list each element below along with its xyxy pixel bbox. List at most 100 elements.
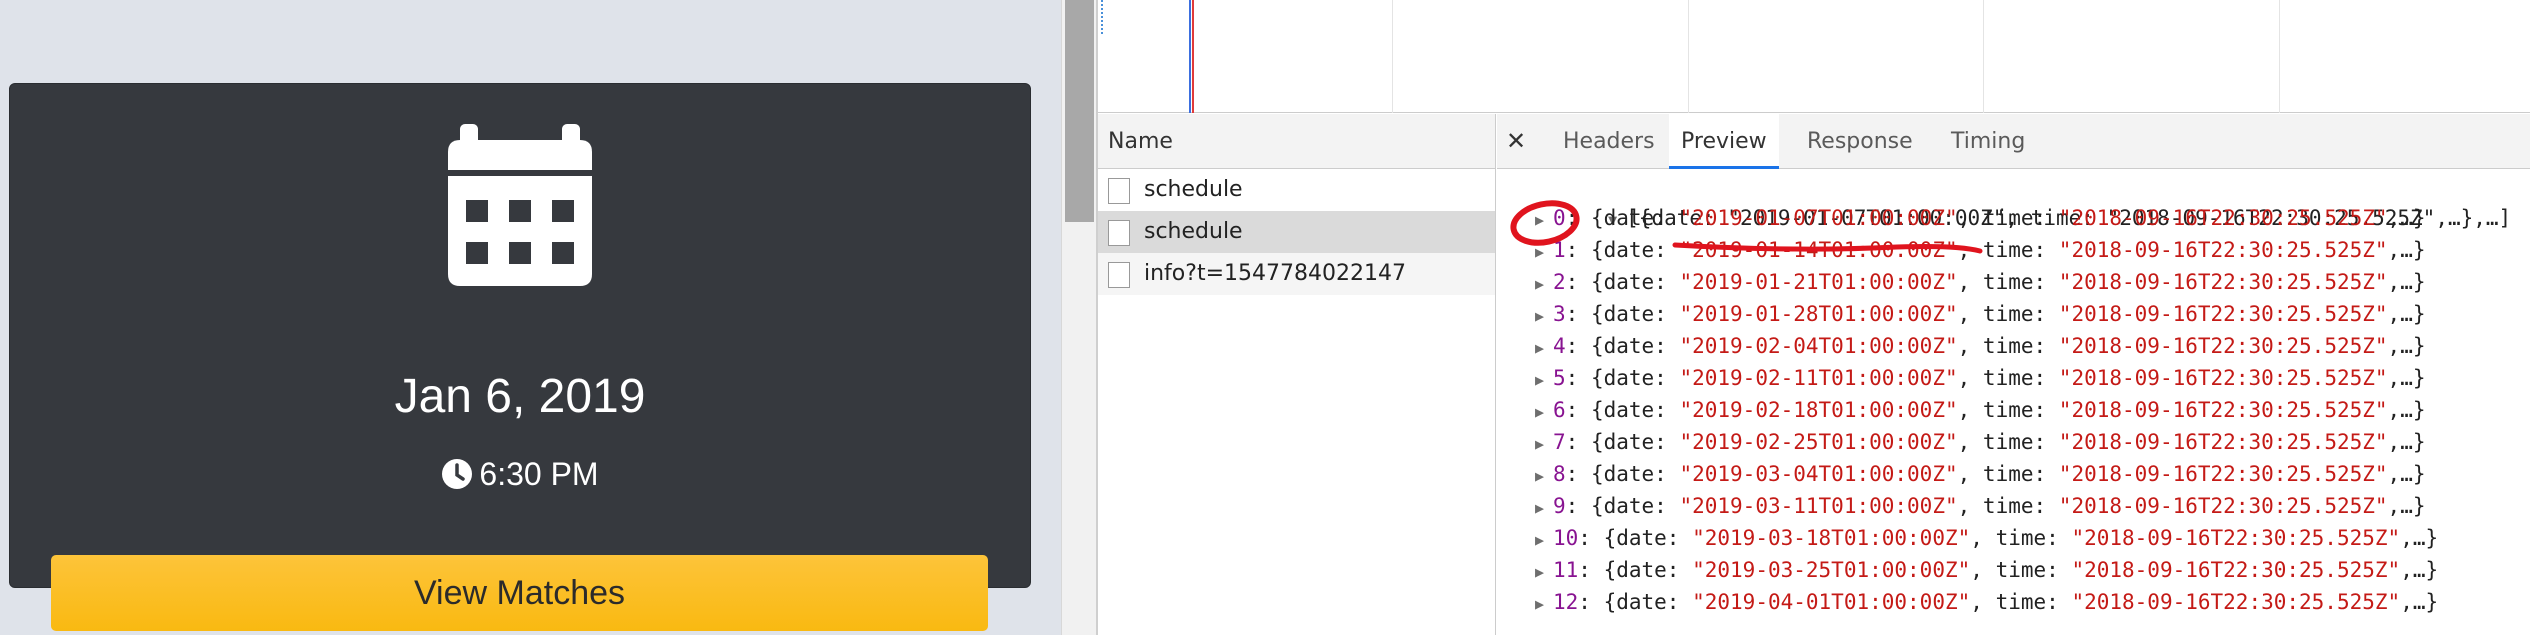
network-timeline-overview[interactable]	[1098, 0, 2530, 113]
tree-item-line[interactable]: ▶ 9: {date: "2019-03-11T01:00:00Z", time:…	[1535, 490, 2425, 522]
expand-triangle-icon[interactable]: ▶	[1535, 204, 1551, 236]
expand-triangle-icon[interactable]: ▶	[1535, 268, 1551, 300]
tab-timing[interactable]: Timing	[1939, 114, 2037, 169]
tree-item-date-close-quote: "	[1957, 558, 1971, 582]
timeline-grid-line	[1392, 0, 1393, 113]
tree-item-line[interactable]: ▶ 2: {date: "2019-01-21T01:00:00Z", time:…	[1535, 266, 2425, 298]
clock-icon	[442, 459, 473, 489]
tree-item-time: 2018-09-16T22:30:25.525Z	[2071, 494, 2375, 518]
tree-item-punct: ,…}	[2387, 398, 2426, 422]
tree-item-date-close-quote: "	[1944, 270, 1958, 294]
scrollbar-thumb[interactable]	[1065, 0, 1094, 222]
tree-item-time-close-quote: "	[2374, 398, 2388, 422]
tree-item-time-open-quote: "	[2058, 334, 2072, 358]
expand-triangle-icon[interactable]: ▶	[1535, 236, 1551, 268]
tree-item-date-open-quote: "	[1679, 366, 1693, 390]
expand-triangle-icon[interactable]: ▶	[1535, 396, 1551, 428]
close-icon[interactable]: ✕	[1497, 114, 1535, 169]
tree-item-time-open-quote: "	[2058, 366, 2072, 390]
tree-item-date-close-quote: "	[1944, 430, 1958, 454]
event-time: 6:30 PM	[10, 454, 1030, 494]
tree-item-date: 2019-04-01T01:00:00Z	[1704, 590, 1958, 614]
tree-item-index: 8	[1553, 462, 1566, 486]
tree-item-punct: , time:	[1957, 238, 2059, 262]
tree-item-line[interactable]: ▶ 3: {date: "2019-01-28T01:00:00Z", time:…	[1535, 298, 2425, 330]
tree-item-date: 2019-02-25T01:00:00Z	[1692, 430, 1945, 454]
tree-item-time-open-quote: "	[2058, 462, 2072, 486]
tree-item-line[interactable]: ▶ 11: {date: "2019-03-25T01:00:00Z", time…	[1535, 554, 2438, 586]
tree-item-date: 2019-03-04T01:00:00Z	[1692, 462, 1945, 486]
tree-item-punct: , time:	[1957, 462, 2059, 486]
tree-item-punct: , time:	[1970, 590, 2072, 614]
tree-item-line[interactable]: ▶ 0: {date: "2019-01-07T01:00:00Z", time:…	[1535, 202, 2425, 234]
timeline-dotted-marker	[1101, 0, 1103, 34]
request-row[interactable]: info?t=1547784022147	[1098, 253, 1495, 295]
tree-item-punct: ,…}	[2400, 558, 2439, 582]
expand-triangle-icon[interactable]: ▶	[1535, 332, 1551, 364]
expand-triangle-icon[interactable]: ▶	[1535, 300, 1551, 332]
expand-triangle-icon[interactable]: ▶	[1535, 492, 1551, 524]
tree-item-line[interactable]: ▶ 8: {date: "2019-03-04T01:00:00Z", time:…	[1535, 458, 2425, 490]
tree-item-punct: : {date:	[1565, 366, 1680, 390]
tree-item-date-open-quote: "	[1692, 590, 1705, 614]
tree-item-time: 2018-09-16T22:30:25.525Z	[2071, 206, 2375, 230]
request-name: info?t=1547784022147	[1144, 261, 1406, 286]
tree-item-line[interactable]: ▶ 12: {date: "2019-04-01T01:00:00Z", time…	[1535, 586, 2438, 618]
tree-item-date: 2019-01-14T01:00:00Z	[1692, 238, 1945, 262]
expand-triangle-icon[interactable]: ▶	[1535, 556, 1551, 588]
tree-item-time-open-quote: "	[2058, 494, 2072, 518]
event-card: Jan 6, 2019 6:30 PM View Matches	[9, 83, 1031, 631]
tree-item-line[interactable]: ▶ 1: {date: "2019-01-14T01:00:00Z", time:…	[1535, 234, 2425, 266]
request-row[interactable]: schedule	[1098, 211, 1495, 253]
name-column-header[interactable]: Name	[1098, 114, 1495, 169]
document-icon	[1108, 178, 1130, 204]
tree-root-line[interactable]: ▼ [{date: "2019-01-07T01:00:00Z", time: "…	[1507, 170, 2511, 230]
tree-item-index: 0	[1553, 206, 1566, 230]
tree-item-date-close-quote: "	[1944, 462, 1958, 486]
request-row[interactable]: schedule	[1098, 169, 1495, 211]
tree-item-time-close-quote: "	[2374, 462, 2388, 486]
tree-item-line[interactable]: ▶ 4: {date: "2019-02-04T01:00:00Z", time:…	[1535, 330, 2425, 362]
tree-item-time-close-quote: "	[2374, 494, 2388, 518]
tree-item-time: 2018-09-16T22:30:25.525Z	[2071, 270, 2375, 294]
pane-scrollbar[interactable]	[1061, 0, 1096, 635]
tree-item-time: 2018-09-16T22:30:25.525Z	[2071, 302, 2375, 326]
tree-item-line[interactable]: ▶ 10: {date: "2019-03-18T01:00:00Z", time…	[1535, 522, 2438, 554]
tree-item-line[interactable]: ▶ 6: {date: "2019-02-18T01:00:00Z", time:…	[1535, 394, 2425, 426]
expand-triangle-icon[interactable]: ▶	[1535, 428, 1551, 460]
tree-item-date: 2019-03-18T01:00:00Z	[1704, 526, 1958, 550]
tree-item-index: 9	[1553, 494, 1566, 518]
expand-triangle-icon[interactable]: ▶	[1535, 364, 1551, 396]
tree-item-time-open-quote: "	[2071, 590, 2085, 614]
tree-item-date-open-quote: "	[1679, 270, 1693, 294]
tree-item-punct: ,…}	[2387, 302, 2426, 326]
expand-triangle-icon[interactable]: ▶	[1535, 588, 1551, 620]
tree-item-time-close-quote: "	[2374, 270, 2388, 294]
tab-headers[interactable]: Headers	[1551, 114, 1667, 169]
expand-triangle-icon[interactable]: ▶	[1535, 460, 1551, 492]
tree-item-date-close-quote: "	[1944, 238, 1958, 262]
tab-response[interactable]: Response	[1795, 114, 1925, 169]
tree-item-date-open-quote: "	[1679, 462, 1693, 486]
tree-item-time: 2018-09-16T22:30:25.525Z	[2071, 398, 2375, 422]
tree-item-punct: , time:	[1970, 558, 2072, 582]
request-name: schedule	[1144, 219, 1243, 244]
tree-item-punct: : {date:	[1578, 590, 1693, 614]
tree-item-punct: ,…}	[2387, 334, 2426, 358]
tree-item-date-close-quote: "	[1957, 590, 1971, 614]
tree-item-date: 2019-03-25T01:00:00Z	[1704, 558, 1958, 582]
expand-triangle-icon[interactable]: ▶	[1535, 524, 1551, 556]
tree-item-time: 2018-09-16T22:30:25.525Z	[2084, 590, 2388, 614]
tree-item-line[interactable]: ▶ 7: {date: "2019-02-25T01:00:00Z", time:…	[1535, 426, 2425, 458]
tree-item-line[interactable]: ▶ 5: {date: "2019-02-11T01:00:00Z", time:…	[1535, 362, 2425, 394]
tree-item-punct: : {date:	[1565, 398, 1680, 422]
view-matches-button[interactable]: View Matches	[51, 555, 988, 631]
tree-item-punct: , time:	[1957, 334, 2059, 358]
tree-item-date: 2019-01-07T01:00:00Z	[1692, 206, 1945, 230]
tree-item-date-open-quote: "	[1679, 238, 1693, 262]
tree-item-time-close-quote: "	[2374, 302, 2388, 326]
tab-preview[interactable]: Preview	[1669, 114, 1779, 169]
timeline-marker-blue	[1189, 0, 1191, 113]
tree-item-punct: , time:	[1957, 302, 2059, 326]
tree-item-index: 4	[1553, 334, 1566, 358]
